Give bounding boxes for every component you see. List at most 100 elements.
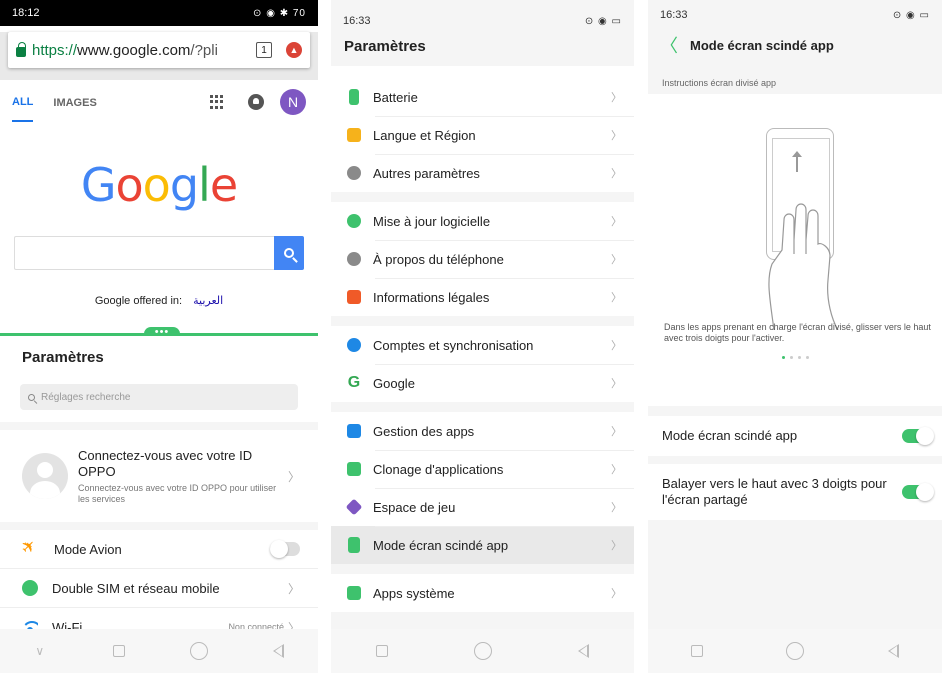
row-label: Gestion des apps [373, 423, 475, 439]
settings-row-language[interactable]: Langue et Région 〉 [331, 116, 634, 154]
gear-icon [347, 166, 361, 180]
logo-letter: e [209, 158, 238, 212]
account-icon [347, 338, 361, 352]
settings-row-game-space[interactable]: Espace de jeu 〉 [331, 488, 634, 526]
account-avatar[interactable]: N [280, 89, 306, 115]
chevron-right-icon: 〉 [611, 426, 622, 438]
nav-bar: ∨ [0, 629, 318, 673]
tab-all[interactable]: ALL [12, 82, 34, 122]
carousel-dot[interactable] [789, 356, 793, 359]
url-text[interactable]: https://www.google.com/?pli [32, 42, 248, 59]
settings-search-input[interactable]: Réglages recherche [20, 384, 298, 410]
settings-row-app-management[interactable]: Gestion des apps 〉 [331, 412, 634, 450]
three-finger-toggle[interactable] [902, 483, 934, 501]
settings-row-split-screen[interactable]: Mode écran scindé app 〉 [331, 526, 634, 564]
row-label: Balayer vers le haut avec 3 doigts pour … [662, 476, 887, 507]
lock-icon [16, 41, 26, 57]
chevron-down-icon[interactable]: ∨ [25, 636, 55, 666]
battery-icon [349, 89, 359, 105]
logo-letter: o [115, 158, 144, 212]
back-button[interactable] [263, 636, 293, 666]
settings-group: Mise à jour logicielle 〉 À propos du tél… [331, 202, 634, 316]
game-icon [345, 498, 363, 516]
row-label: Informations légales [373, 289, 490, 305]
status-time: 16:33 [660, 9, 688, 21]
recents-button[interactable] [104, 636, 134, 666]
browser-menu-icon[interactable]: ▲ [286, 42, 302, 58]
settings-pane: Paramètres Réglages recherche Connectez-… [0, 336, 318, 647]
logo-letter: g [169, 158, 199, 212]
row-label: Autres paramètres [373, 165, 480, 181]
split-screen-toggle[interactable] [902, 427, 934, 445]
status-icons: ⊙ ◉ ▭ [892, 9, 930, 21]
clone-icon [347, 462, 361, 476]
toggle-row-split-screen[interactable]: Mode écran scindé app [648, 416, 942, 464]
home-button[interactable] [184, 636, 214, 666]
carousel-dot[interactable] [781, 356, 785, 359]
settings-row-software-update[interactable]: Mise à jour logicielle 〉 [331, 202, 634, 240]
arrow-up-icon [792, 151, 802, 172]
recents-button[interactable] [682, 636, 712, 666]
home-button[interactable] [468, 636, 498, 666]
back-button[interactable] [569, 636, 599, 666]
settings-row-dual-sim[interactable]: Double SIM et réseau mobile 〉 [0, 569, 318, 608]
status-icons: ⊙ ◉ ✱ 70 [253, 7, 306, 19]
row-label: Double SIM et réseau mobile [52, 580, 220, 596]
settings-row-battery[interactable]: Batterie 〉 [331, 78, 634, 116]
settings-row-system-apps[interactable]: Apps système 〉 [331, 574, 634, 612]
url-bar[interactable]: https://www.google.com/?pli 1 ▲ [8, 32, 310, 68]
chevron-right-icon: 〉 [611, 254, 622, 266]
settings-row-accounts[interactable]: Comptes et synchronisation 〉 [331, 326, 634, 364]
chevron-right-icon: 〉 [611, 588, 622, 600]
chevron-right-icon: 〉 [611, 378, 622, 390]
chevron-right-icon: 〉 [611, 292, 622, 304]
status-time: 16:33 [343, 15, 371, 27]
page-header: 〈 Mode écran scindé app [648, 26, 942, 64]
update-icon [347, 214, 361, 228]
language-link[interactable]: العربية [193, 295, 223, 307]
oppo-account-row[interactable]: Connectez-vous avec votre ID OPPO Connec… [0, 430, 318, 522]
recents-button[interactable] [367, 636, 397, 666]
home-button[interactable] [780, 636, 810, 666]
search-placeholder: Réglages recherche [41, 391, 131, 403]
search-button[interactable] [274, 236, 304, 270]
tab-switcher-button[interactable]: 1 [256, 42, 272, 58]
settings-row-about-phone[interactable]: À propos du téléphone 〉 [331, 240, 634, 278]
account-title: Connectez-vous avec votre ID OPPO [78, 447, 253, 479]
settings-row-legal[interactable]: Informations légales 〉 [331, 278, 634, 316]
back-icon[interactable]: 〈 [660, 32, 678, 58]
notifications-icon[interactable] [248, 94, 264, 110]
google-apps-icon[interactable] [210, 95, 224, 109]
page-title: Mode écran scindé app [690, 37, 834, 53]
browser-toolbar: https://www.google.com/?pli 1 ▲ [0, 32, 318, 80]
carousel-dot[interactable] [797, 356, 801, 359]
settings-row-airplane-mode[interactable]: Mode Avion [0, 530, 318, 569]
settings-row-other[interactable]: Autres paramètres 〉 [331, 154, 634, 192]
chevron-right-icon: 〉 [287, 469, 300, 484]
search-icon [284, 248, 294, 258]
settings-group: Batterie 〉 Langue et Région 〉 Autres par… [331, 78, 634, 192]
row-label: Clonage d'applications [373, 461, 504, 477]
avatar [22, 453, 68, 499]
logo-letter: l [198, 158, 211, 212]
offered-in: Google offered in: العربية [0, 294, 318, 307]
tab-images[interactable]: IMAGES [53, 83, 96, 121]
nav-bar [648, 629, 942, 673]
settings-row-google[interactable]: G Google 〉 [331, 364, 634, 402]
system-apps-icon [347, 586, 361, 600]
url-host: www.google.com [77, 41, 191, 59]
status-bar: 16:33 ⊙ ◉ ▭ [648, 0, 942, 26]
chevron-right-icon: 〉 [611, 92, 622, 104]
settings-group: Gestion des apps 〉 Clonage d'application… [331, 412, 634, 564]
carousel-dot[interactable] [805, 356, 809, 359]
search-input[interactable] [14, 236, 274, 270]
globe-icon [22, 580, 38, 596]
airplane-toggle[interactable] [270, 540, 300, 558]
settings-row-app-clone[interactable]: Clonage d'applications 〉 [331, 450, 634, 488]
status-bar: 16:33 ⊙ ◉ ▭ [331, 0, 634, 32]
chevron-right-icon: 〉 [611, 216, 622, 228]
logo-letter: o [142, 158, 171, 212]
toggle-row-three-finger-swipe[interactable]: Balayer vers le haut avec 3 doigts pour … [648, 464, 942, 528]
back-button[interactable] [878, 636, 908, 666]
google-icon: G [347, 374, 361, 391]
